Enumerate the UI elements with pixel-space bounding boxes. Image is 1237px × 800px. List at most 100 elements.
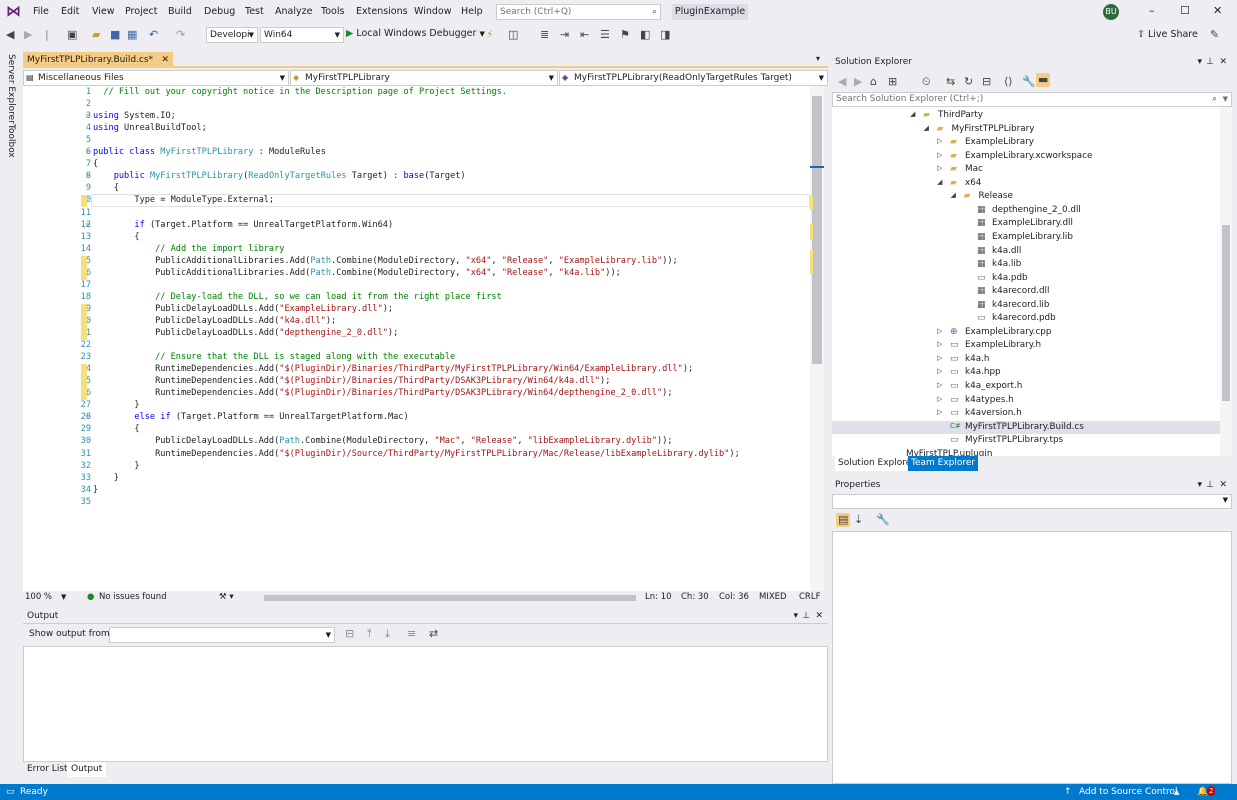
forward-icon[interactable]: ▶ (854, 75, 862, 89)
line-ending[interactable]: CRLF (799, 591, 820, 604)
pin-icon[interactable]: ⊥ (802, 609, 810, 624)
configuration-select[interactable]: Developi ▼ (206, 27, 258, 43)
property-pages-icon[interactable]: 🔧 (876, 513, 890, 527)
tree-item[interactable]: C# MyFirstTPLPLibrary.Build.cs (950, 422, 1084, 432)
bookmark-icon[interactable]: ◫ (508, 28, 518, 42)
back-icon[interactable]: ◀ (838, 75, 846, 89)
member-nav-select[interactable]: ◆ MyFirstTPLPLibrary(ReadOnlyTargetRules … (559, 70, 828, 86)
tab-team-explorer[interactable]: Team Explorer (908, 456, 979, 471)
add-to-source-control[interactable]: Add to Source Control (1079, 784, 1178, 800)
avatar[interactable]: BU (1103, 4, 1119, 20)
live-share-button[interactable]: ⇪ Live Share (1137, 29, 1198, 40)
prev-bookmark-icon[interactable]: ◧ (640, 28, 650, 42)
platform-select[interactable]: Win64 ▼ (260, 27, 344, 43)
tree-item[interactable]: ▦ depthengine_2_0.dll (977, 205, 1081, 215)
tabs-mode[interactable]: MIXED (759, 591, 787, 604)
next-message-icon[interactable]: ⤓ (385, 627, 390, 641)
categorized-icon[interactable]: ▤ (836, 513, 851, 527)
menu-project[interactable]: Project (125, 6, 158, 17)
expand-icon[interactable]: ▷ (937, 395, 942, 403)
fold-toggle-icon[interactable]: ⊟ (86, 221, 90, 229)
feedback-icon[interactable]: ✎ (1210, 28, 1219, 42)
prev-message-icon[interactable]: ⤒ (367, 627, 372, 641)
outdent-icon[interactable]: ⇤ (580, 28, 589, 42)
alphabetical-icon[interactable]: ⇣ (854, 513, 863, 527)
tab-overflow-icon[interactable]: ▾ (816, 54, 820, 63)
class-nav-select[interactable]: ◆ MyFirstTPLPLibrary ▼ (290, 70, 558, 86)
tree-item[interactable]: ▭ k4arecord.pdb (977, 313, 1056, 323)
minimize-icon[interactable]: – (1149, 4, 1155, 17)
tree-item[interactable]: ◢ ▰ MyFirstTPLPLibrary (924, 124, 1035, 134)
tab-error-list[interactable]: Error List (27, 762, 68, 777)
collapse-icon[interactable]: ◢ (951, 191, 956, 199)
tree-item[interactable]: ▷ ▰ ExampleLibrary (937, 137, 1034, 147)
collapse-icon[interactable]: ◢ (924, 124, 929, 132)
tree-item[interactable]: ▭ MyFirstTPLPLibrary.tps (950, 435, 1063, 445)
pin-icon[interactable]: ⊥ (1206, 478, 1214, 493)
save-all-icon[interactable]: ▦ (127, 28, 137, 42)
home-icon[interactable]: ⌂ (870, 75, 877, 89)
close-tab-icon[interactable]: ✕ (161, 52, 169, 68)
toolbox-tab[interactable]: Toolbox (6, 124, 16, 158)
close-pane-icon[interactable]: ✕ (1219, 478, 1227, 493)
view-code-icon[interactable]: ⟨⟩ (1004, 75, 1013, 89)
tree-scroll-thumb[interactable] (1222, 225, 1230, 401)
menu-view[interactable]: View (92, 6, 115, 17)
tree-item[interactable]: ◢ ▰ Release (951, 191, 1013, 201)
editor-horizontal-scroll-thumb[interactable] (264, 595, 636, 601)
fold-toggle-icon[interactable]: ⊟ (86, 172, 90, 180)
menu-extensions[interactable]: Extensions (356, 6, 408, 17)
close-icon[interactable]: ✕ (1213, 4, 1222, 17)
expand-icon[interactable]: ▷ (937, 381, 942, 389)
dropdown-icon[interactable]: ▾ (1197, 55, 1202, 70)
tree-item[interactable]: ▷ ▰ ExampleLibrary.xcworkspace (937, 151, 1092, 161)
menu-window[interactable]: Window (414, 6, 451, 17)
fold-toggle-icon[interactable]: ⊟ (86, 413, 90, 421)
tree-item[interactable]: ◢ ▰ ThirdParty (910, 110, 983, 120)
fold-toggle-icon[interactable]: ⊟ (86, 112, 90, 120)
new-project-icon[interactable]: ▣ (67, 28, 77, 42)
hot-reload-icon[interactable]: ⚡ (486, 28, 494, 42)
pending-changes-icon[interactable]: ⏲ (922, 75, 931, 89)
close-pane-icon[interactable]: ✕ (815, 609, 823, 624)
dropdown-icon[interactable]: ▾ (1197, 478, 1202, 493)
tree-item[interactable]: ▷ ▭ ExampleLibrary.h (937, 340, 1041, 350)
collapse-all-icon[interactable]: ⊟ (982, 75, 991, 89)
expand-icon[interactable]: ▷ (937, 367, 942, 375)
fold-toggle-icon[interactable]: ⊟ (86, 148, 90, 156)
close-pane-icon[interactable]: ✕ (1219, 55, 1227, 70)
tree-item[interactable]: ◢ ▰ x64 (937, 178, 981, 188)
editor-scroll-thumb[interactable] (812, 96, 822, 364)
save-icon[interactable]: ■ (110, 28, 120, 42)
next-bookmark-icon[interactable]: ◨ (660, 28, 670, 42)
expand-icon[interactable]: ▷ (937, 327, 942, 335)
tree-item[interactable]: ▭ k4a.pdb (977, 273, 1028, 283)
tree-item[interactable]: ▷ ▭ k4a_export.h (937, 381, 1022, 391)
tree-item[interactable]: ▦ k4a.lib (977, 259, 1021, 269)
menu-tools[interactable]: Tools (321, 6, 344, 17)
redo-icon[interactable]: ↷ (176, 28, 185, 42)
properties-object-select[interactable]: ▼ (832, 494, 1232, 509)
menu-test[interactable]: Test (245, 6, 264, 17)
tab-output[interactable]: Output (67, 762, 107, 777)
flag-icon[interactable]: ⚑ (620, 28, 630, 42)
search-input[interactable]: Search (Ctrl+Q) ⌕ (496, 4, 661, 20)
output-text-area[interactable] (23, 646, 828, 762)
properties-icon[interactable]: 🔧 (1022, 75, 1036, 89)
solution-search-input[interactable]: Search Solution Explorer (Ctrl+;) ⌕ ▼ (832, 92, 1232, 107)
word-wrap-icon[interactable]: ⇄ (429, 627, 438, 641)
tree-item[interactable]: ▦ ExampleLibrary.lib (977, 232, 1073, 242)
output-source-select[interactable]: ▼ (109, 627, 335, 643)
start-debugger-button[interactable]: ▶ Local Windows Debugger ▼ (346, 28, 485, 39)
expand-icon[interactable]: ▷ (937, 151, 942, 159)
switch-views-icon[interactable]: ⊞ (888, 75, 897, 89)
tab-solution-explorer[interactable]: Solution Explorer (835, 456, 918, 471)
back-icon[interactable]: ◀ (6, 28, 14, 42)
code-cleanup-icon[interactable]: ⚒ ▾ (219, 591, 234, 604)
collapse-icon[interactable]: ◢ (937, 178, 942, 186)
zoom-level[interactable]: 100 % (25, 591, 52, 604)
tree-item[interactable]: ▦ k4a.dll (977, 246, 1021, 256)
refresh-icon[interactable]: ↻ (964, 75, 973, 89)
menu-file[interactable]: File (33, 6, 49, 17)
menu-build[interactable]: Build (168, 6, 192, 17)
